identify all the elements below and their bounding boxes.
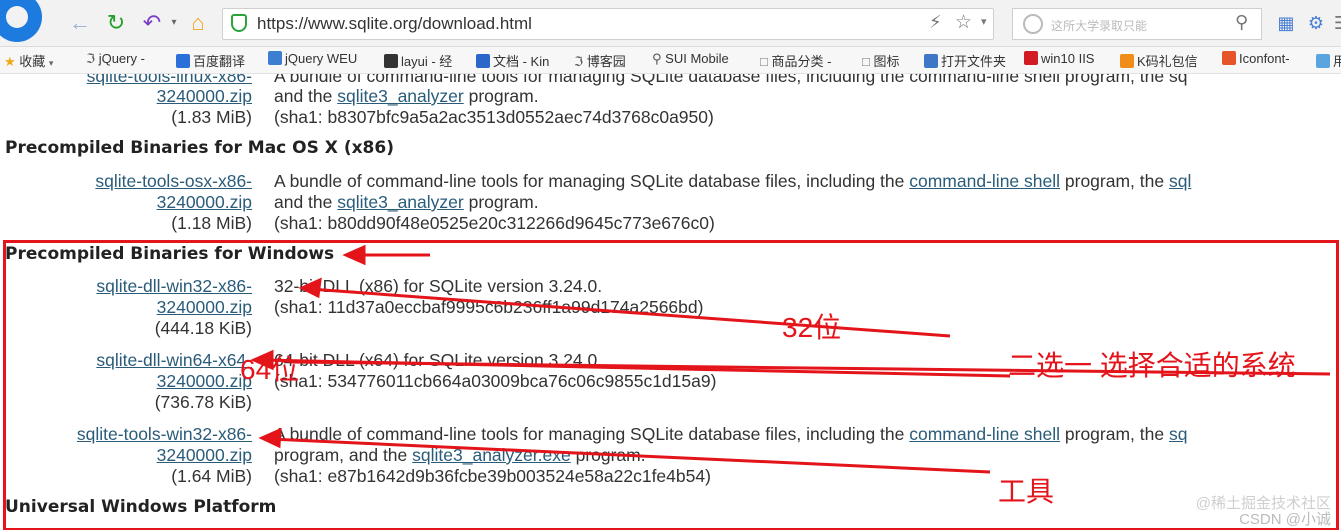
arrow-tools-head (258, 427, 282, 449)
chevron-down-icon[interactable]: ▾ (981, 15, 987, 28)
search-placeholder: 这所大学录取只能 (1051, 19, 1148, 33)
bookmark-cnblogs[interactable]: ℑ 博客园 (574, 51, 626, 70)
star-icon: ★ (4, 54, 16, 69)
page-content: sqlite-tools-linux-x86- A bundle of comm… (0, 74, 1341, 530)
bookmark-iconfont[interactable]: Iconfont- (1222, 51, 1290, 66)
cnblogs-icon: ℑ (574, 54, 584, 69)
bookmark-product-category[interactable]: □ 商品分类 - (760, 51, 831, 70)
arrow-windows-heading-head (342, 244, 366, 266)
secure-shield-icon (231, 14, 247, 32)
search-box[interactable]: 这所大学录取只能 ⚲ (1012, 8, 1262, 40)
bookmark-open-folder[interactable]: 打开文件夹 (924, 51, 1006, 70)
extension-icon[interactable]: ⚙ (1304, 10, 1328, 36)
search-icon[interactable]: ⚲ (1235, 12, 1248, 33)
annotation-arrows (250, 244, 1331, 474)
bookmark-jquery-weu[interactable]: jQuery WEU (268, 51, 357, 66)
search-engine-icon (1023, 14, 1043, 34)
address-bar[interactable]: https://www.sqlite.org/download.html ⚡ ☆… (222, 8, 994, 40)
url-text: https://www.sqlite.org/download.html (257, 14, 532, 33)
annotation-64bit: 64位 (240, 354, 300, 385)
arrow-32bit-head (298, 277, 322, 299)
watermark-csdn: CSDN @小诚 (1239, 511, 1331, 528)
layui-icon (384, 54, 398, 68)
annotation-tools: 工具 (998, 476, 1055, 507)
jquery-icon: ℑ (86, 51, 96, 66)
iconfont-icon (1222, 51, 1236, 65)
page-icon: □ (760, 54, 768, 69)
bookmark-favorites[interactable]: ★ 收藏 ▾ (4, 51, 53, 70)
csdn-icon (1024, 51, 1038, 65)
grid-icon (268, 51, 282, 65)
home-icon[interactable]: ⌂ (186, 10, 210, 36)
k-icon (476, 54, 490, 68)
user-icon (1316, 54, 1330, 68)
bookmark-k-gift[interactable]: K码礼包信 (1120, 51, 1198, 70)
bookmarks-bar: ★ 收藏 ▾ ℑ jQuery - 百度翻译 jQuery WEU layui … (0, 47, 1341, 74)
bookmark-win10-iis[interactable]: win10 IIS (1024, 51, 1094, 66)
lightning-icon[interactable]: ⚡ (929, 12, 942, 33)
refresh-icon[interactable]: ↻ (104, 10, 128, 36)
page-icon: □ (862, 54, 870, 69)
bookmark-kin-docs[interactable]: 文档 - Kin (476, 51, 549, 70)
bookmark-baidu-translate[interactable]: 百度翻译 (176, 51, 245, 70)
arrow-32bit (309, 287, 951, 338)
back-arrow-icon[interactable]: ← (68, 10, 92, 36)
location-pin-icon: ⚲ (652, 51, 662, 66)
gift-icon (1120, 54, 1134, 68)
bookmark-icons[interactable]: □ 图标 (862, 51, 900, 70)
undo-dropdown-icon[interactable]: ▾ (162, 10, 186, 36)
chevron-down-icon: ▾ (48, 58, 54, 68)
translate-icon[interactable]: ▦ (1274, 10, 1298, 36)
bookmark-overflow[interactable]: 用 (1316, 51, 1341, 70)
annotation-choose-one: 二选一 选择合适的系统 (1008, 350, 1296, 381)
browser-toolbar: ← ↻ ↶ ▾ ⌂ https://www.sqlite.org/downloa… (0, 0, 1341, 47)
annotation-32bit: 32位 (782, 312, 842, 343)
bookmark-sui-mobile[interactable]: ⚲ SUI Mobile (652, 51, 729, 67)
menu-icon[interactable]: ☰ (1330, 10, 1341, 36)
bookmark-jquery[interactable]: ℑ jQuery - (86, 51, 145, 67)
bookmark-layui[interactable]: layui - 经 (384, 51, 452, 70)
baidu-translate-icon (176, 54, 190, 68)
library-icon (924, 54, 938, 68)
arrow-tools (269, 437, 991, 474)
browser-logo-icon (0, 0, 42, 42)
undo-icon[interactable]: ↶ (140, 10, 164, 36)
star-icon[interactable]: ☆ (955, 11, 972, 34)
